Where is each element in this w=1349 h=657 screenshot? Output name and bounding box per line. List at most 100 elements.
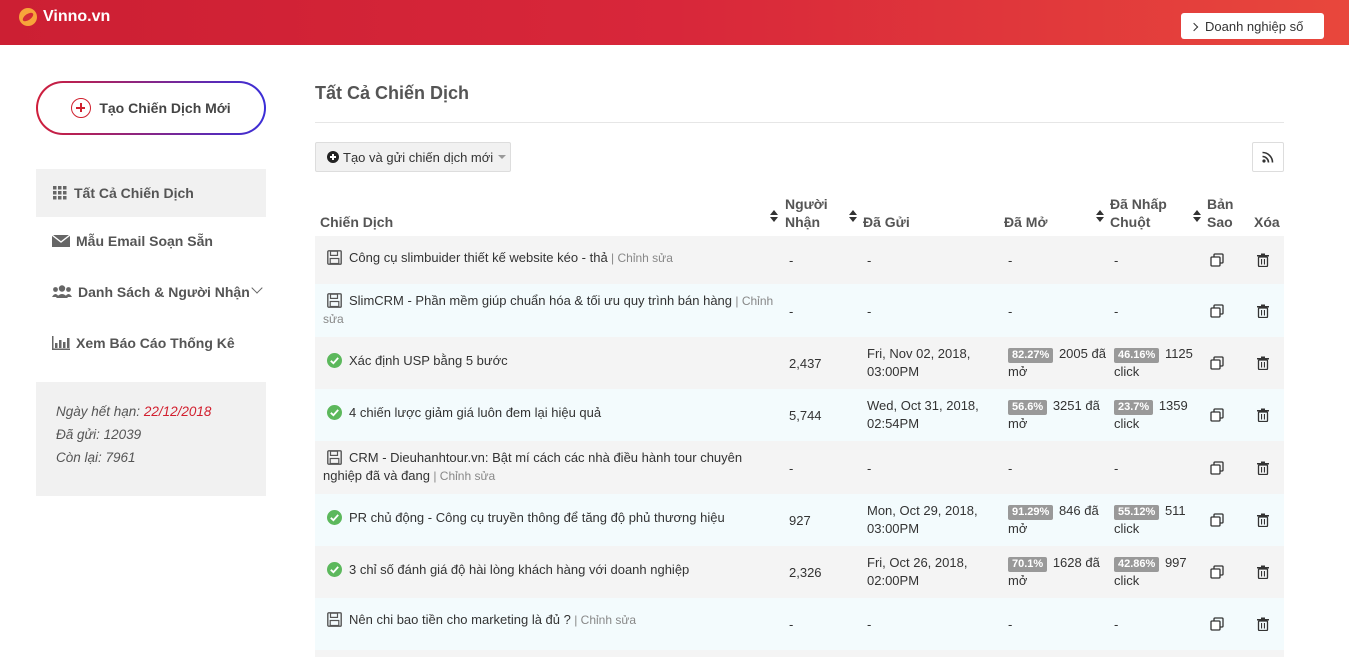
brand-logo[interactable]: Vinno.vn xyxy=(19,8,110,26)
col-sent[interactable]: Đã Gửi xyxy=(863,213,910,231)
business-button[interactable]: Doanh nghiệp số xyxy=(1181,13,1324,39)
table-row[interactable]: 4 chiến lược giảm giá luôn đem lại hiệu … xyxy=(315,389,1284,441)
open-rate-badge: 91.29% xyxy=(1008,505,1054,520)
campaign-name[interactable]: 4 chiến lược giảm giá luôn đem lại hiệu … xyxy=(349,405,601,420)
sidebar-item-lists-recipients[interactable]: Danh Sách & Người Nhận xyxy=(36,265,266,319)
copy-icon[interactable] xyxy=(1210,253,1224,267)
campaign-name-cell: PR chủ động - Công cụ truyền thông để tă… xyxy=(323,509,778,527)
col-recipients-line2: Nhận xyxy=(785,214,820,230)
trash-icon[interactable] xyxy=(1256,408,1270,423)
sort-icon[interactable] xyxy=(1096,210,1104,222)
opened-stat: - xyxy=(1008,253,1013,268)
table-row[interactable]: Nên chi bao tiền cho marketing là đủ ? |… xyxy=(315,598,1284,650)
chevron-down-icon[interactable] xyxy=(251,282,263,294)
brand-name: Vinno.vn xyxy=(43,8,111,25)
col-clicked-line1: Đã Nhấp xyxy=(1110,196,1167,212)
sidebar-item-reports[interactable]: Xem Báo Cáo Thống Kê xyxy=(36,319,266,367)
sent-date: Fri, Nov 02, 2018, 03:00PM xyxy=(867,346,971,379)
trash-icon[interactable] xyxy=(1256,253,1270,268)
trash-icon[interactable] xyxy=(1256,356,1270,371)
campaign-name[interactable]: SlimCRM - Phần mềm giúp chuẩn hóa & tối … xyxy=(349,293,732,308)
check-circle-icon xyxy=(327,353,342,368)
envelope-icon xyxy=(52,234,70,247)
table-row[interactable]: SlimCRM - Phần mềm giúp chuẩn hóa & tối … xyxy=(315,284,1284,337)
trash-icon[interactable] xyxy=(1256,461,1270,475)
chart-icon xyxy=(52,336,70,350)
table-row[interactable]: Xác định USP bằng 5 bước 2,437 Fri, Nov 02… xyxy=(315,337,1284,389)
vinno-logo-icon xyxy=(19,8,37,26)
col-clicked[interactable]: Đã Nhấp Chuột xyxy=(1110,195,1167,231)
copy-icon[interactable] xyxy=(1210,617,1224,631)
table-row[interactable]: CRM - Dieuhanhtour.vn: Bật mí cách các n… xyxy=(315,441,1284,494)
floppy-disk-icon xyxy=(327,293,342,308)
sidebar-item-email-templates[interactable]: Mẫu Email Soạn Sẵn xyxy=(36,217,266,265)
campaign-name[interactable]: PR chủ động - Công cụ truyền thông để tă… xyxy=(349,510,725,525)
clicked-stat: 23.7% 1359 click xyxy=(1114,397,1199,433)
sort-icon[interactable] xyxy=(770,210,778,222)
trash-icon[interactable] xyxy=(1256,513,1270,528)
campaign-name[interactable]: Nên chi bao tiền cho marketing là đủ ? xyxy=(349,612,571,627)
open-rate-badge: 82.27% xyxy=(1008,348,1054,363)
campaign-table: Chiến Dịch Người Nhận Đã Gửi Đã Mở Đã Nhấ… xyxy=(315,190,1284,657)
sidebar-item-label: Tất Cả Chiến Dịch xyxy=(74,185,194,201)
campaign-name[interactable]: 3 chỉ số đánh giá độ hài lòng khách hàng… xyxy=(349,562,689,577)
edit-link[interactable]: | Chỉnh sửa xyxy=(571,613,636,627)
check-circle-icon xyxy=(327,510,342,525)
col-opened[interactable]: Đã Mở xyxy=(1004,213,1047,231)
col-recipients[interactable]: Người Nhận xyxy=(785,195,828,231)
copy-icon[interactable] xyxy=(1210,303,1224,318)
title-divider xyxy=(315,122,1284,123)
table-header: Chiến Dịch Người Nhận Đã Gửi Đã Mở Đã Nhấ… xyxy=(315,190,1284,236)
clicked-stat: 42.86% 997 click xyxy=(1114,554,1199,590)
click-rate-badge: 42.86% xyxy=(1114,557,1160,572)
campaign-name[interactable]: Công cụ slimbuider thiết kế website kéo … xyxy=(349,250,608,265)
clicked-stat: - xyxy=(1114,253,1119,268)
sent-date: Wed, Oct 31, 2018, 02:54PM xyxy=(867,398,979,431)
top-header: Vinno.vn Doanh nghiệp số xyxy=(0,0,1349,45)
campaign-name-cell: Công cụ slimbuider thiết kế website kéo … xyxy=(323,249,778,267)
clicked-stat: - xyxy=(1114,617,1119,632)
clicked-stat: 55.12% 511 click xyxy=(1114,502,1199,538)
table-row[interactable]: PR chủ động - Công cụ truyền thông để tă… xyxy=(315,494,1284,546)
opened-stat: - xyxy=(1008,617,1013,632)
copy-icon[interactable] xyxy=(1210,460,1224,475)
create-send-dropdown[interactable]: Tạo và gửi chiến dịch mới xyxy=(315,142,511,172)
edit-link[interactable]: | Chỉnh sửa xyxy=(430,469,495,483)
chevron-right-icon xyxy=(1189,22,1199,31)
check-circle-icon xyxy=(327,405,342,420)
recipients-count: - xyxy=(789,303,794,319)
sidebar-item-all-campaigns[interactable]: Tất Cả Chiến Dịch xyxy=(36,169,266,217)
copy-icon[interactable] xyxy=(1210,408,1224,422)
rss-button[interactable] xyxy=(1252,142,1284,172)
new-campaign-button[interactable]: Tạo Chiến Dịch Mới xyxy=(36,81,266,135)
expiry-value: 22/12/2018 xyxy=(143,404,212,419)
click-rate-badge: 55.12% xyxy=(1114,505,1160,520)
sidebar-item-label: Xem Báo Cáo Thống Kê xyxy=(76,335,235,351)
table-row[interactable]: 3 chỉ số đánh giá độ hài lòng khách hàng… xyxy=(315,546,1284,598)
campaign-name[interactable]: CRM - Dieuhanhtour.vn: Bật mí cách các n… xyxy=(323,450,742,483)
floppy-disk-icon xyxy=(327,612,342,627)
edit-link[interactable]: | Chỉnh sửa xyxy=(608,251,673,265)
recipients-count: - xyxy=(789,617,794,632)
sort-icon[interactable] xyxy=(849,210,857,222)
sidebar-item-label: Danh Sách & Người Nhận xyxy=(78,284,250,300)
trash-icon[interactable] xyxy=(1256,617,1270,632)
sort-icon[interactable] xyxy=(1193,210,1201,222)
campaign-name[interactable]: Xác định USP bằng 5 bước xyxy=(349,353,508,368)
recipients-count: - xyxy=(789,460,794,476)
sent-date: - xyxy=(867,460,872,476)
copy-icon[interactable] xyxy=(1210,513,1224,527)
copy-icon[interactable] xyxy=(1210,356,1224,370)
trash-icon[interactable] xyxy=(1256,565,1270,580)
opened-stat: 82.27% 2005 đã mở xyxy=(1008,345,1108,381)
click-rate-badge: 23.7% xyxy=(1114,400,1154,415)
trash-icon[interactable] xyxy=(1256,304,1270,318)
copy-icon[interactable] xyxy=(1210,565,1224,579)
campaign-name-cell: Xác định USP bằng 5 bước xyxy=(323,352,778,370)
recipients-count: 2,326 xyxy=(789,565,822,580)
expiry-label: Ngày hết hạn: xyxy=(56,404,144,419)
col-campaign[interactable]: Chiến Dịch xyxy=(320,213,393,231)
table-row[interactable]: Công cụ slimbuider thiết kế website kéo … xyxy=(315,236,1284,284)
clicked-stat: - xyxy=(1114,303,1119,319)
caret-down-icon xyxy=(498,155,507,159)
